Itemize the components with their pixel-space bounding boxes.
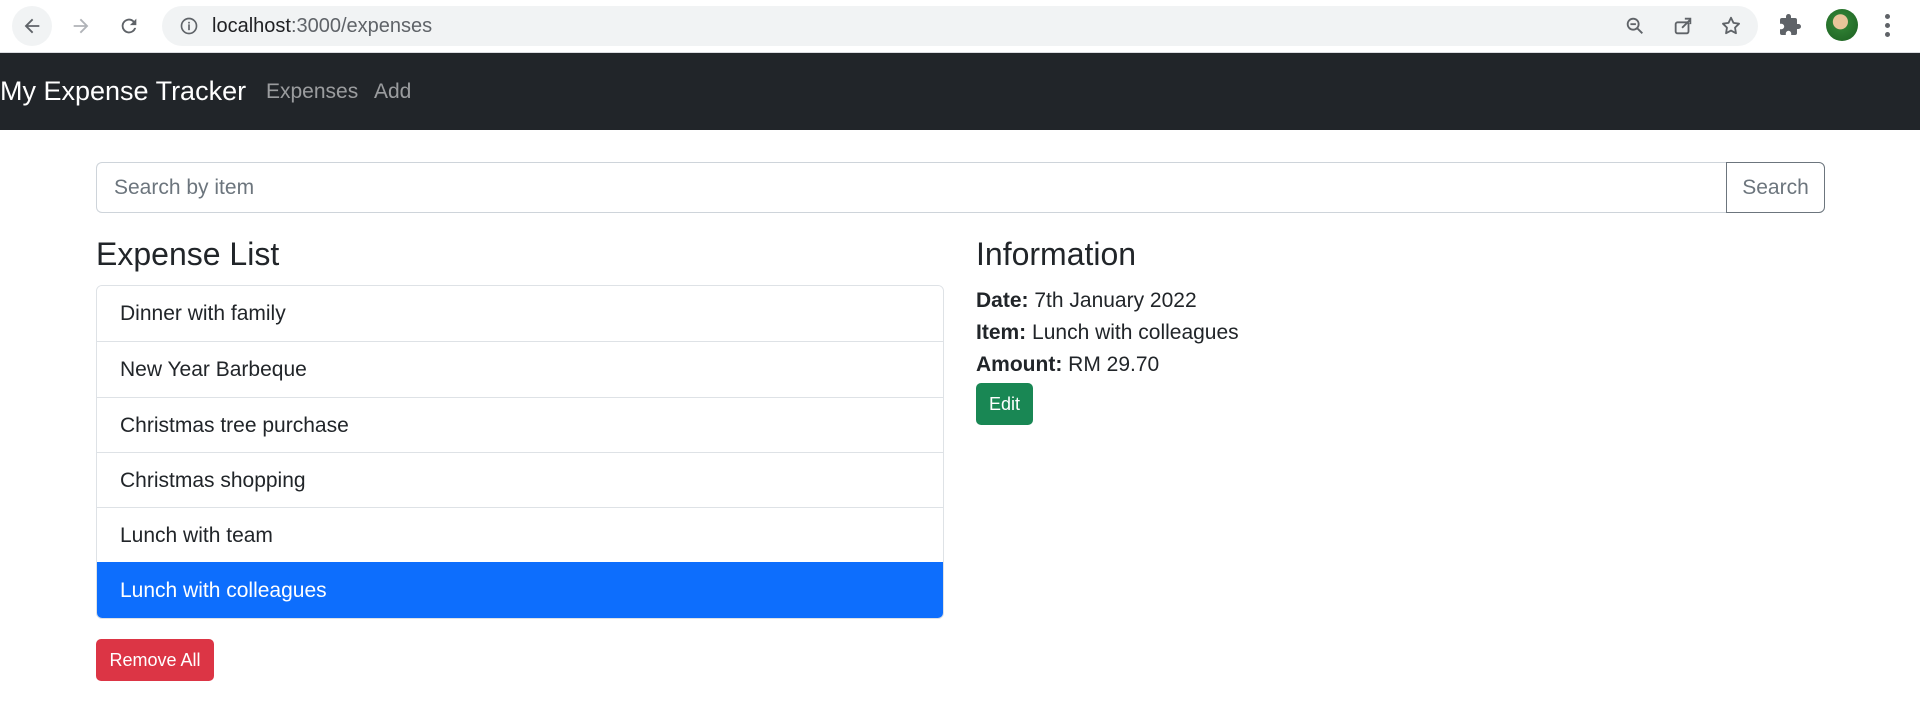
brand-link[interactable]: My Expense Tracker [0, 53, 246, 130]
list-item[interactable]: Christmas shopping [97, 451, 943, 508]
item-label: Item: [976, 321, 1027, 344]
nav-link-expenses[interactable]: Expenses [266, 53, 358, 130]
browser-toolbar: localhost:3000/expenses [0, 0, 1920, 53]
list-item[interactable]: New Year Barbeque [97, 341, 943, 397]
url-host: localhost [212, 15, 291, 37]
amount-label: Amount: [976, 353, 1063, 376]
reload-icon [121, 18, 137, 34]
amount-value: RM 29.70 [1068, 353, 1160, 376]
app-navbar: My Expense Tracker Expenses Add [0, 53, 1920, 130]
list-item-active[interactable]: Lunch with colleagues [97, 562, 943, 618]
extensions-icon[interactable] [1778, 13, 1802, 37]
url-path: :3000/expenses [290, 15, 433, 37]
back-button[interactable] [12, 6, 52, 46]
expense-list-title: Expense List [96, 236, 280, 272]
info-amount: Amount: RM 29.70 [976, 353, 1159, 377]
item-value: Lunch with colleagues [1032, 321, 1239, 344]
edit-button[interactable]: Edit [976, 383, 1033, 425]
url-text: localhost:3000/expenses [212, 6, 432, 46]
share-icon[interactable] [1672, 15, 1694, 37]
forward-button[interactable] [61, 6, 101, 46]
nav-link-add[interactable]: Add [374, 53, 411, 130]
address-bar[interactable]: localhost:3000/expenses [162, 6, 1758, 46]
list-item[interactable]: Christmas tree purchase [97, 396, 943, 452]
profile-avatar[interactable] [1826, 9, 1858, 41]
more-menu-icon[interactable] [1872, 10, 1902, 40]
date-value: 7th January 2022 [1034, 289, 1197, 312]
list-item[interactable]: Lunch with team [97, 507, 943, 563]
info-item: Item: Lunch with colleagues [976, 321, 1239, 345]
list-item[interactable]: Dinner with family [97, 286, 943, 342]
remove-all-button[interactable]: Remove All [96, 639, 214, 681]
search-button[interactable]: Search [1726, 162, 1825, 213]
date-label: Date: [976, 289, 1029, 312]
info-date: Date: 7th January 2022 [976, 289, 1197, 313]
zoom-icon[interactable] [1624, 15, 1646, 37]
forward-arrow-icon [73, 18, 89, 34]
expense-list: Dinner with family New Year Barbeque Chr… [96, 285, 944, 619]
back-arrow-icon [24, 18, 40, 34]
reload-button[interactable] [109, 6, 149, 46]
information-title: Information [976, 236, 1137, 272]
bookmark-star-icon[interactable] [1720, 15, 1742, 37]
search-input[interactable] [96, 162, 1728, 213]
site-info-icon[interactable] [179, 16, 199, 36]
